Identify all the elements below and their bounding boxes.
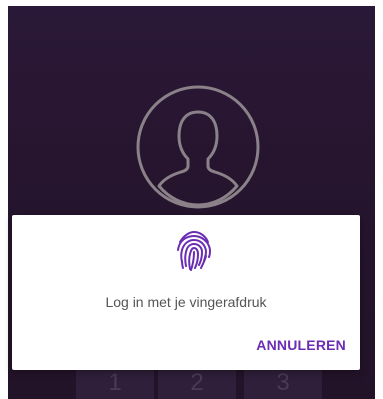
fingerprint-icon xyxy=(177,230,212,271)
user-avatar-icon xyxy=(136,85,260,209)
dialog-message: Log in met je vingerafdruk xyxy=(105,294,267,310)
cancel-button[interactable]: ANNULEREN xyxy=(256,337,346,353)
fingerprint-dialog: Log in met je vingerafdruk ANNULEREN xyxy=(12,215,360,370)
